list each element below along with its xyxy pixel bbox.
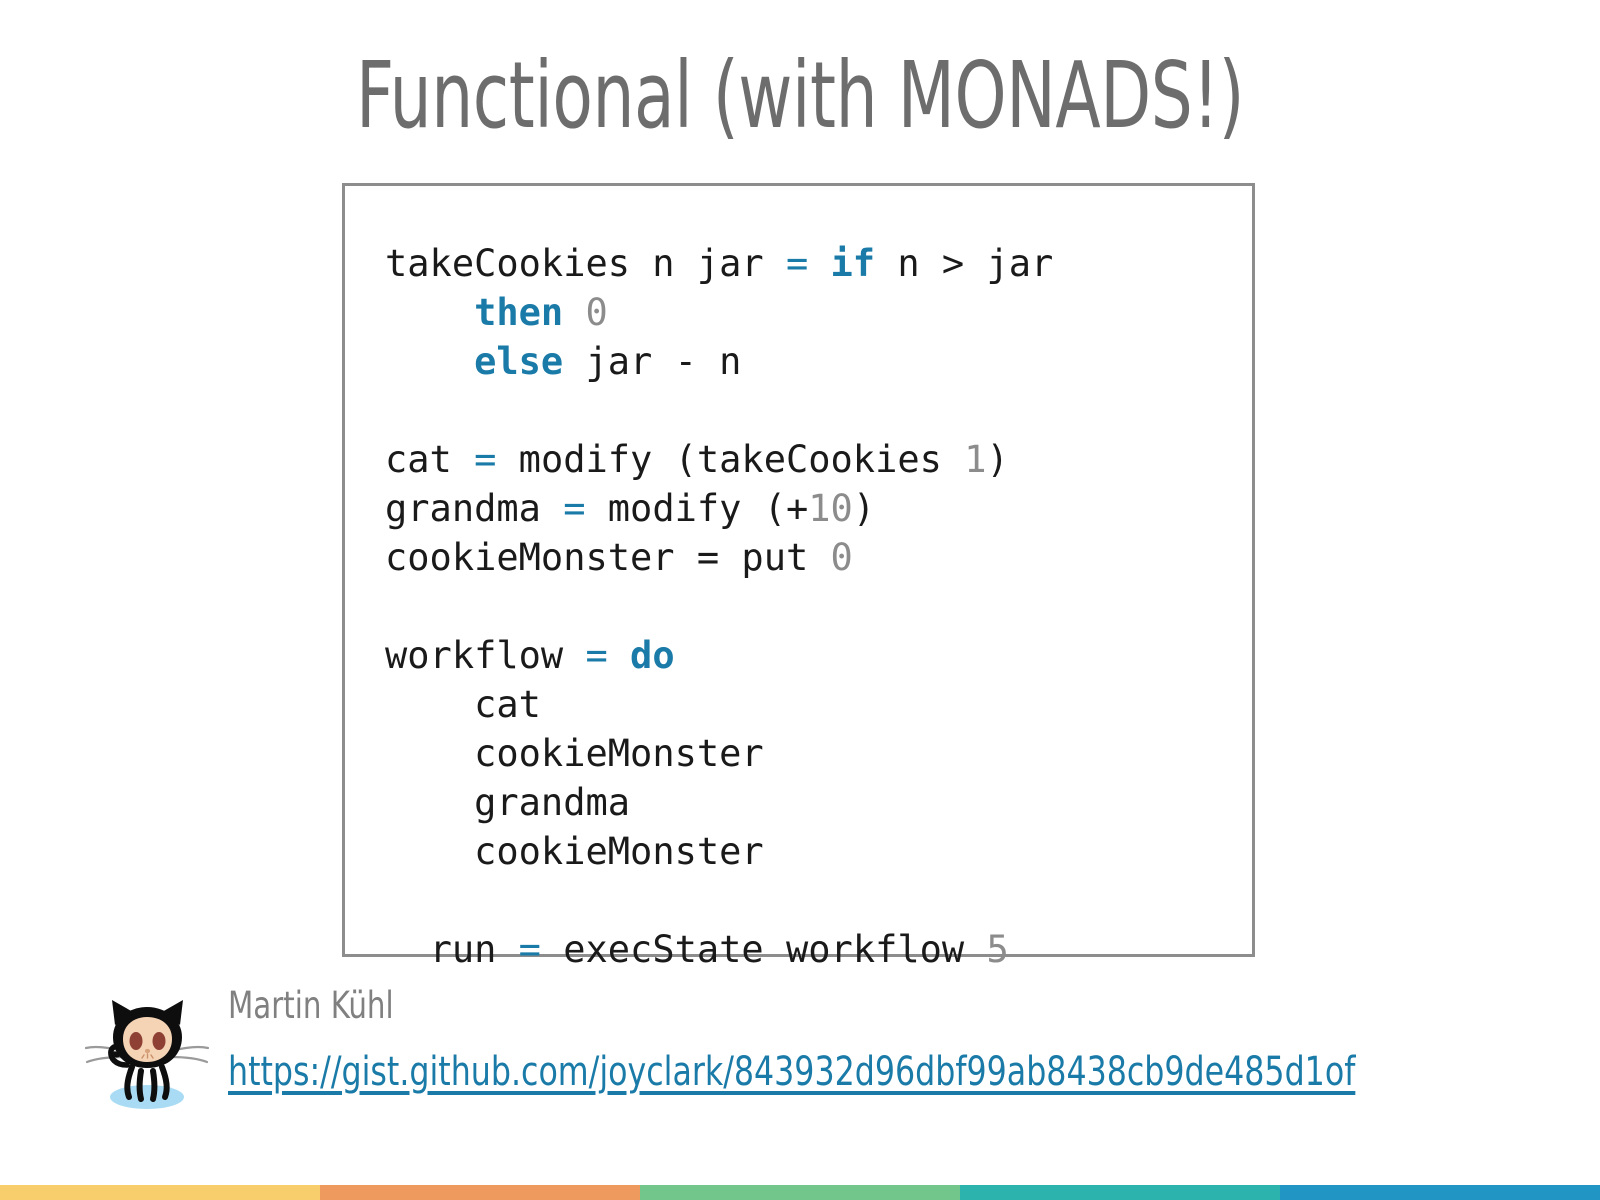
code-line: run = execState workflow 5 bbox=[429, 928, 1009, 971]
author-name: Martin Kühl bbox=[228, 984, 394, 1027]
slide-footer: Martin Kühl https://gist.github.com/joyc… bbox=[0, 980, 1600, 1120]
code-line: else jar - n bbox=[474, 340, 742, 383]
github-octocat-icon bbox=[84, 985, 210, 1110]
code-line: cat bbox=[474, 683, 541, 726]
color-bar-segment-green bbox=[640, 1185, 960, 1200]
color-bar-segment-teal bbox=[960, 1185, 1280, 1200]
code-line: cookieMonster bbox=[474, 732, 764, 775]
code-line: cookieMonster bbox=[474, 830, 764, 873]
code-block: takeCookies n jar = if n > jar then 0 el… bbox=[342, 183, 1255, 971]
code-line: grandma bbox=[474, 781, 631, 824]
code-line: then 0 bbox=[474, 291, 608, 334]
code-content: takeCookies n jar = if n > jar then 0 el… bbox=[385, 239, 1246, 974]
gist-url-link[interactable]: https://gist.github.com/joyclark/843932d… bbox=[228, 1048, 1355, 1096]
code-line: takeCookies n jar = if n > jar bbox=[385, 242, 1054, 285]
color-bar-segment-orange bbox=[320, 1185, 640, 1200]
page-title: Functional (with MONADS!) bbox=[355, 42, 1245, 149]
footer-text-group: Martin Kühl https://gist.github.com/joyc… bbox=[228, 980, 1509, 1096]
color-bar-segment-blue bbox=[1280, 1185, 1600, 1200]
bottom-color-bar bbox=[0, 1185, 1600, 1200]
code-line: cat = modify (takeCookies 1) bbox=[385, 438, 1009, 481]
code-line: cookieMonster = put 0 bbox=[385, 536, 853, 579]
code-line: workflow = do bbox=[385, 634, 675, 677]
color-bar-segment-yellow bbox=[0, 1185, 320, 1200]
code-line: grandma = modify (+10) bbox=[385, 487, 876, 530]
